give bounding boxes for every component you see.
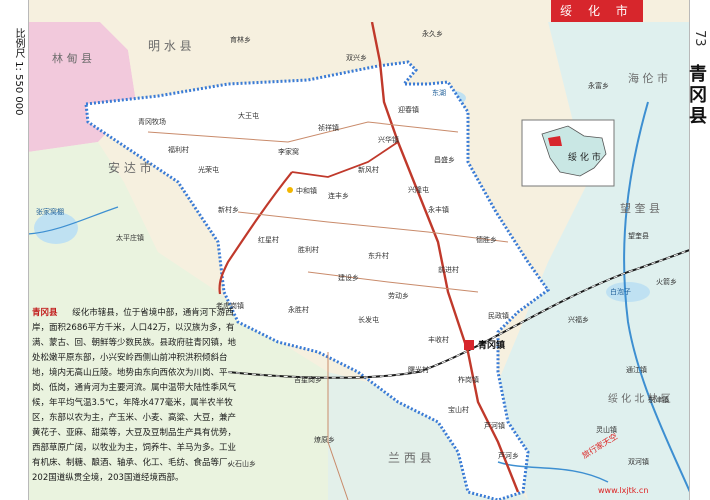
outside-label-yulin: 育林乡 <box>230 35 251 44</box>
village-label: 新风村 <box>358 165 379 174</box>
village-label: 丰收村 <box>428 335 449 344</box>
outside-label-dongjin: 东津镇 <box>648 395 669 404</box>
village-label: 福利村 <box>168 145 189 154</box>
town-label-xincun: 新村乡 <box>218 205 239 214</box>
outside-label-yongjiu: 永久乡 <box>422 29 443 38</box>
county-seat-label: 青冈镇 <box>478 339 505 351</box>
village-label: 李家窝 <box>278 147 299 156</box>
outside-label-jixinggang: 吉星岗乡 <box>294 376 322 384</box>
inset-label: 绥 化 市 <box>568 151 601 163</box>
town-label-zhenxiang: 祯祥镇 <box>318 123 339 132</box>
left-margin: 比例尺 1: 550 000 <box>0 0 29 500</box>
page-number: 73 <box>692 30 707 47</box>
town-label-laodong: 劳动乡 <box>388 291 409 300</box>
town-label-luhe: 芦河镇 <box>484 421 505 430</box>
village-label: 胜利村 <box>298 245 319 254</box>
village-label: 长发屯 <box>358 315 379 324</box>
village-label: 宝山村 <box>448 405 469 414</box>
town-label-lianfeng: 连丰乡 <box>328 191 349 200</box>
lake-label-west: 张家窝棚 <box>36 207 64 216</box>
town-label-zuogang: 柞岗镇 <box>458 375 479 384</box>
lake-label-east: 白泡子 <box>610 287 631 296</box>
map-page: 绥 化 市 明 水 县 林 甸 县 海 伦 市 望 奎 县 安 达 市 兰 西 … <box>0 0 710 500</box>
town-label-luhexiang: 芦河乡 <box>498 451 519 460</box>
town-label-desheng: 德胜乡 <box>476 235 497 244</box>
town-label-jianshe: 建设乡 <box>338 273 359 282</box>
outside-label-liaoyuan: 燎原乡 <box>314 435 335 444</box>
town-label-minzheng: 民政镇 <box>488 311 509 320</box>
label-southwest: 安 达 市 <box>108 160 152 175</box>
description-title: 青冈县 <box>32 308 58 318</box>
label-east: 海 伦 市 <box>628 71 668 85</box>
village-label: 光荣屯 <box>198 165 219 174</box>
town-label-zhonghe: 中和镇 <box>296 186 317 195</box>
right-margin: 73 青冈县 <box>686 0 710 500</box>
village-label: 永胜村 <box>288 305 309 314</box>
outside-label-huojian: 火箭乡 <box>656 277 677 286</box>
inset-map: 绥 化 市 <box>521 119 615 187</box>
region-tag: 绥 化 市 <box>551 0 643 22</box>
town-label-yongfeng: 永丰镇 <box>428 205 449 214</box>
village-label: 前进村 <box>438 265 459 274</box>
lake-label-north: 东湖 <box>432 88 446 97</box>
village-label: 兴隆屯 <box>408 185 429 194</box>
village-label: 东升村 <box>368 251 389 260</box>
outside-label-shuangxing: 双兴乡 <box>346 53 367 62</box>
village-label: 青冈牧场 <box>138 117 166 126</box>
label-south: 兰 西 县 <box>388 451 432 465</box>
outside-label-yongfu: 永富乡 <box>588 81 609 90</box>
watermark-url: www.lxjtk.cn <box>598 486 649 495</box>
scale-bar-label: 比例尺 1: 550 000 <box>13 28 24 116</box>
outside-label-xingfu: 兴福乡 <box>568 315 589 324</box>
county-description: 青冈县 绥化市辖县，位于省境中部，通肯河下游西岸，面积2686平方千米，人口42… <box>32 306 240 486</box>
town-label-xinghua: 兴华镇 <box>378 135 399 144</box>
town-label-yingchun: 迎春镇 <box>398 105 419 114</box>
description-text: 绥化市辖县，位于省境中部，通肯河下游西岸，面积2686平方千米，人口42万，以汉… <box>32 308 237 483</box>
outside-label-tongjiang: 通江镇 <box>626 365 647 374</box>
map-title: 青冈县 <box>686 64 707 127</box>
label-north: 明 水 县 <box>148 39 192 53</box>
lake-west <box>34 212 78 244</box>
town-marker <box>287 187 293 193</box>
label-east2: 望 奎 县 <box>620 201 660 215</box>
town-label-changsheng: 昌盛乡 <box>434 155 455 164</box>
village-label: 红星村 <box>258 235 279 244</box>
outside-label-wangkui: 望奎县 <box>628 231 649 240</box>
outside-label-taipingzhuang: 太平庄镇 <box>116 233 144 242</box>
village-label: 大王屯 <box>238 111 259 120</box>
outside-label-shuanghe: 双河镇 <box>628 457 649 466</box>
village-label: 曙光村 <box>408 365 429 374</box>
county-seat-marker <box>464 340 474 350</box>
label-west: 林 甸 县 <box>52 51 92 65</box>
